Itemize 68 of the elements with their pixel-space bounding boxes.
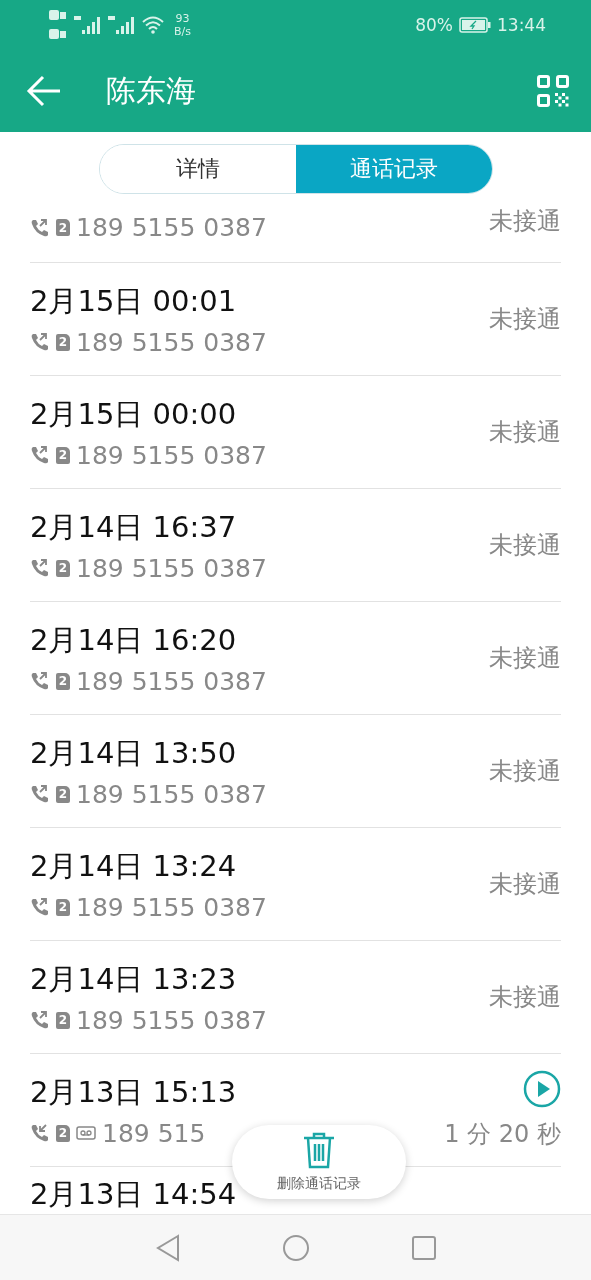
nav-home-button[interactable] <box>280 1232 311 1263</box>
call-time: 2月14日 13:24 <box>30 847 238 885</box>
sim-badge: 2 <box>56 785 70 803</box>
outgoing-call-icon <box>30 217 50 238</box>
sim-badge: 2 <box>56 333 70 351</box>
sim-badge: 2 <box>56 219 70 236</box>
sim-badge: 2 <box>56 559 70 577</box>
qr-code-icon <box>537 75 569 107</box>
call-time: 2月14日 13:50 <box>30 734 238 772</box>
sim-badge: 2 <box>56 898 70 916</box>
trash-icon <box>302 1131 336 1169</box>
call-time: 2月14日 16:20 <box>30 621 238 659</box>
outgoing-call-icon <box>30 784 50 804</box>
phone-number: 189 5155 0387 <box>76 892 267 922</box>
call-status: 未接通 <box>489 869 561 900</box>
speed-unit: B/s <box>174 25 191 38</box>
outgoing-call-icon <box>30 897 50 917</box>
contact-name: 陈东海 <box>106 71 197 110</box>
call-status: 未接通 <box>489 982 561 1013</box>
nav-recents-button[interactable] <box>410 1234 437 1261</box>
call-time: 2月14日 13:23 <box>30 960 238 998</box>
call-status: 未接通 <box>489 756 561 787</box>
hd-icon <box>48 8 68 42</box>
sim-badge: 2 <box>56 672 70 690</box>
network-speed: 93 <box>175 12 190 25</box>
call-duration: 1 分 20 秒 <box>444 1119 561 1150</box>
outgoing-call-icon <box>30 558 50 578</box>
outgoing-call-icon <box>30 332 50 352</box>
phone-number: 189 5155 0387 <box>76 553 267 583</box>
square-icon <box>410 1234 437 1261</box>
call-status: 未接通 <box>489 417 561 448</box>
circle-icon <box>280 1232 311 1263</box>
phone-number: 189 5155 0387 <box>76 666 267 696</box>
call-time: 2月13日 15:13 <box>30 1073 237 1111</box>
call-status: 未接通 <box>489 206 561 237</box>
outgoing-call-icon <box>30 445 50 465</box>
play-icon <box>523 1070 561 1108</box>
battery-icon <box>459 17 491 33</box>
call-status: 未接通 <box>489 643 561 674</box>
sim-badge: 2 <box>56 1124 70 1142</box>
sim-badge: 2 <box>56 446 70 464</box>
phone-number: 189 5155 0387 <box>76 440 267 470</box>
phone-number: 189 5155 0387 <box>76 213 267 242</box>
triangle-icon <box>154 1232 181 1263</box>
outgoing-call-icon <box>30 671 50 691</box>
voicemail-icon <box>76 1126 96 1140</box>
back-button[interactable] <box>26 75 62 107</box>
call-status: 未接通 <box>489 304 561 335</box>
nav-back-button[interactable] <box>154 1232 181 1263</box>
phone-number: 189 5155 0387 <box>76 327 267 357</box>
call-time: 2月15日 00:00 <box>30 395 238 433</box>
signal-icon <box>74 15 102 35</box>
outgoing-call-icon <box>30 1010 50 1030</box>
wifi-icon <box>142 16 164 34</box>
battery-percent: 80% <box>415 15 453 35</box>
incoming-call-icon <box>30 1123 50 1143</box>
phone-number: 189 515 <box>102 1118 206 1148</box>
call-time: 2月15日 00:01 <box>30 282 238 320</box>
call-time: 2月14日 16:37 <box>30 508 238 546</box>
clock-time: 13:44 <box>497 15 546 35</box>
sim-badge: 2 <box>56 1011 70 1029</box>
phone-number: 189 5155 0387 <box>76 1005 267 1035</box>
play-button[interactable] <box>523 1070 561 1108</box>
qr-code-button[interactable] <box>537 75 569 107</box>
back-arrow-icon <box>26 75 62 107</box>
phone-number: 189 5155 0387 <box>76 779 267 809</box>
signal-icon <box>108 15 136 35</box>
call-status: 未接通 <box>489 530 561 561</box>
